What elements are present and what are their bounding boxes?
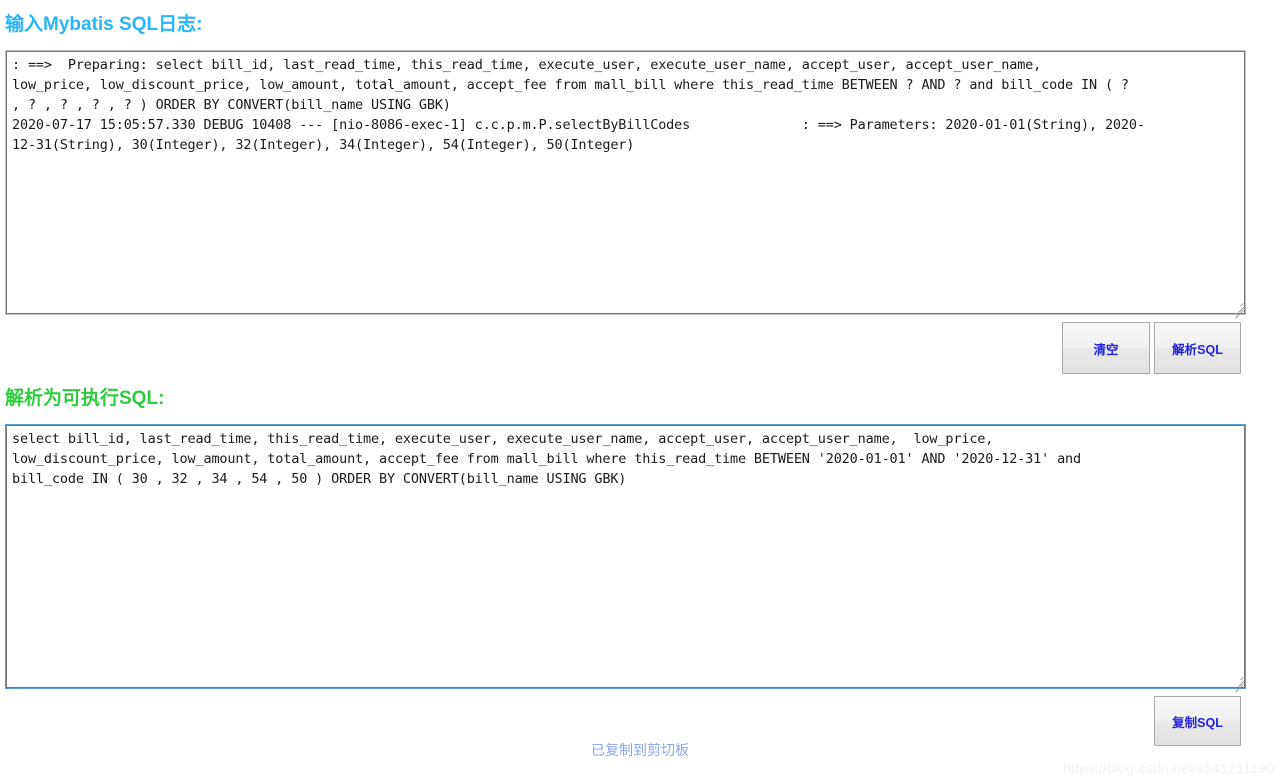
app-root: 输入Mybatis SQL日志: 清空 解析SQL 解析为可执行SQL: 复制S… <box>0 0 1280 781</box>
output-section-heading: 解析为可执行SQL: <box>5 388 165 409</box>
copy-sql-button[interactable]: 复制SQL <box>1154 696 1241 746</box>
input-section-heading: 输入Mybatis SQL日志: <box>5 14 203 35</box>
executable-sql-output[interactable] <box>6 425 1245 688</box>
mybatis-log-input-container[interactable] <box>5 50 1246 319</box>
status-message: 已复制到剪切板 <box>591 742 689 758</box>
watermark: https://blog.csdn.net/x541211190 <box>1063 760 1274 776</box>
parse-sql-button[interactable]: 解析SQL <box>1154 322 1241 374</box>
executable-sql-output-container[interactable] <box>5 424 1246 693</box>
clear-button[interactable]: 清空 <box>1062 322 1150 374</box>
mybatis-log-input[interactable] <box>6 51 1245 314</box>
